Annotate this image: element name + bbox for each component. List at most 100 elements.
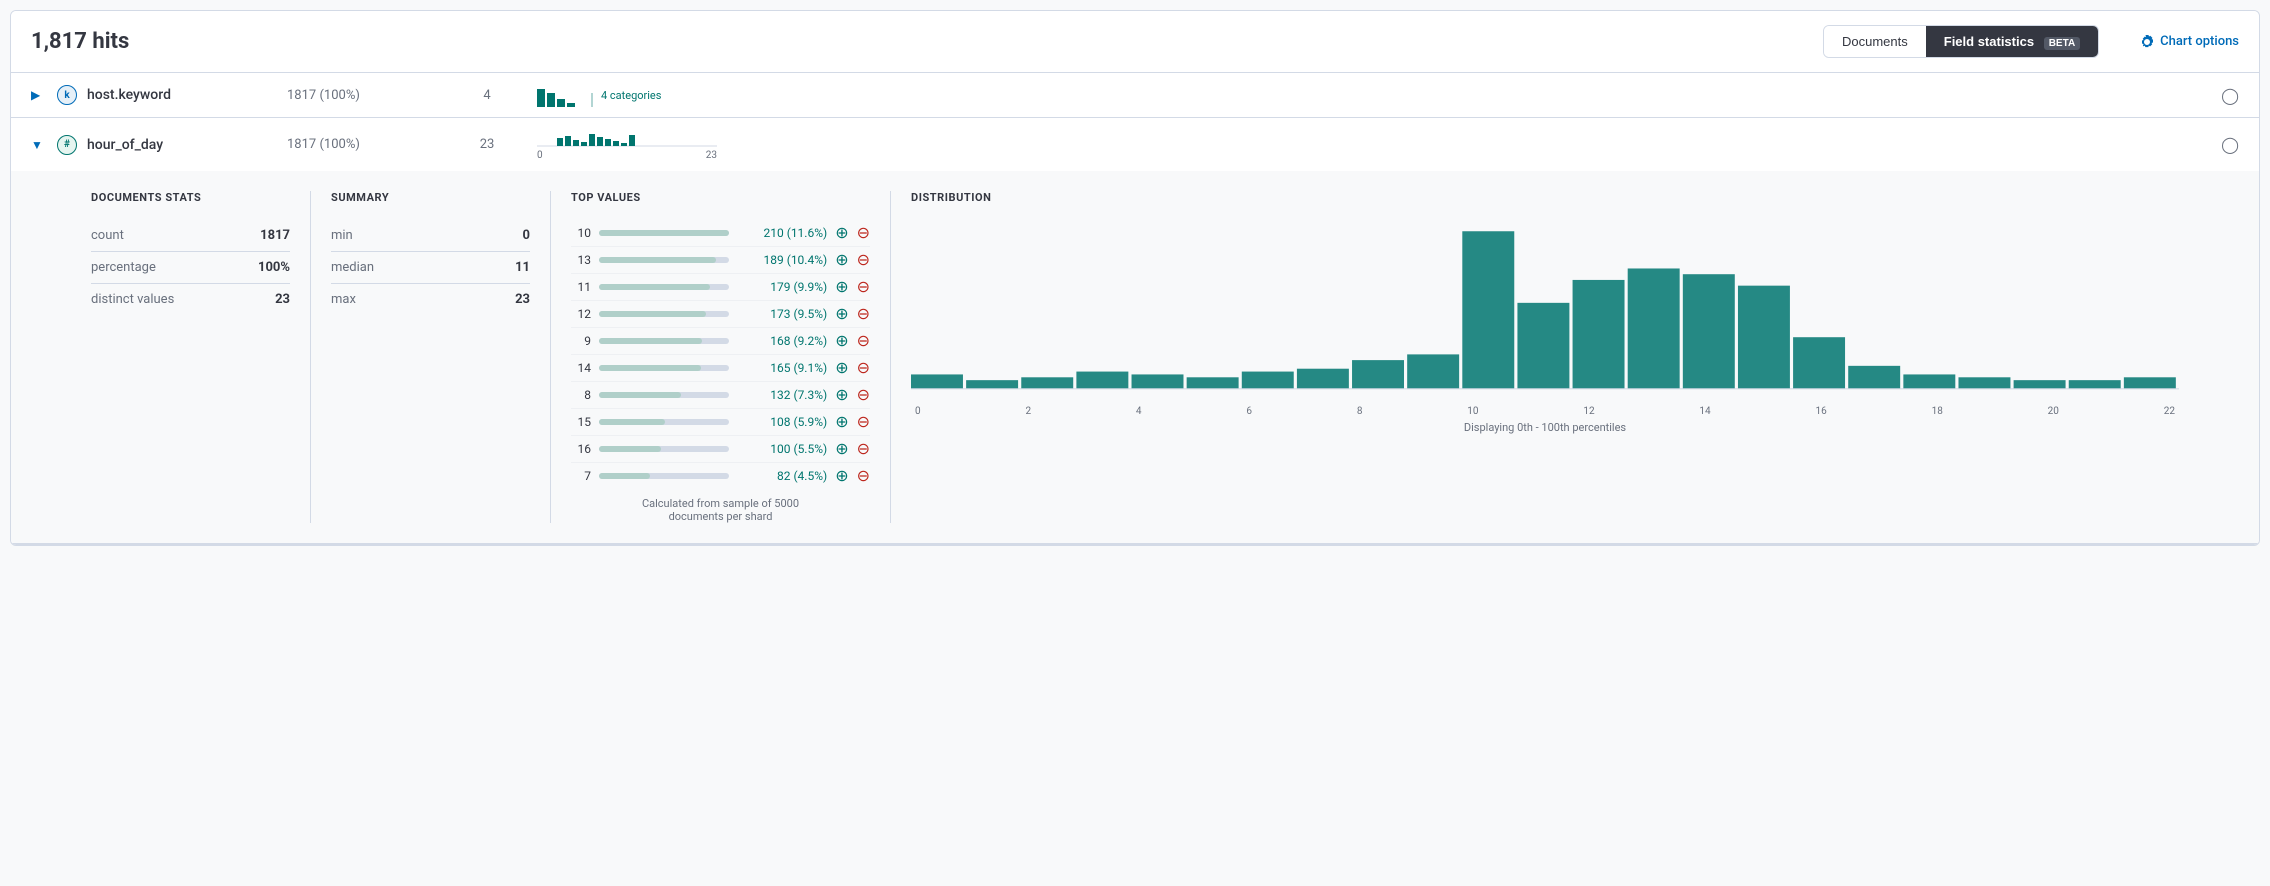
expand-icon-host: ▶ [31,88,47,102]
tv-bar-fill-0 [599,230,729,236]
stat-value-max: 23 [470,292,530,307]
tv-plus-0[interactable]: ⊕ [835,225,848,241]
tv-num-8: 16 [571,442,591,456]
beta-badge: BETA [2044,37,2080,50]
chart-min-label: 0 [537,150,543,161]
tv-value-1: 189 (10.4%) [737,253,827,267]
chart-options-label: Chart options [2160,34,2239,49]
field-chart-hour: 0 23 [537,128,2221,161]
tv-bar-bg-9 [599,473,729,479]
tv-minus-5[interactable]: ⊖ [857,360,870,376]
tv-minus-0[interactable]: ⊖ [857,225,870,241]
stat-row-min: min 0 [331,220,530,252]
tv-bar-bg-8 [599,446,729,452]
tv-value-3: 173 (9.5%) [737,307,827,321]
tv-minus-4[interactable]: ⊖ [857,333,870,349]
stat-label-distinct: distinct values [91,292,230,307]
mini-line-chart-hour [537,128,717,150]
stat-row-median: median 11 [331,252,530,284]
tab-group: Documents Field statistics BETA [1823,25,2099,58]
stat-label-min: min [331,228,470,243]
field-count-host: 1817 (100%) [287,88,437,103]
tv-value-2: 179 (9.9%) [737,280,827,294]
chart-max-label: 23 [706,150,717,161]
top-value-row: 12 173 (9.5%) ⊕ ⊖ [571,301,870,328]
tv-minus-6[interactable]: ⊖ [857,387,870,403]
hits-count: 1,817 hits [31,29,129,54]
tv-plus-5[interactable]: ⊕ [835,360,848,376]
tv-num-3: 12 [571,307,591,321]
tv-minus-8[interactable]: ⊖ [857,441,870,457]
distribution-svg [911,220,2179,400]
tv-plus-8[interactable]: ⊕ [835,441,848,457]
mini-bar-1 [537,89,545,107]
tv-plus-9[interactable]: ⊕ [835,468,848,484]
tv-bar-fill-1 [599,257,716,263]
tab-field-statistics[interactable]: Field statistics BETA [1926,26,2098,57]
tv-bar-fill-5 [599,365,701,371]
tv-plus-1[interactable]: ⊕ [835,252,848,268]
field-chart-label-host: 4 categories [601,89,661,102]
tv-value-6: 132 (7.3%) [737,388,827,402]
field-distinct-host: 4 [437,88,537,103]
tv-plus-4[interactable]: ⊕ [835,333,848,349]
field-count-hour: 1817 (100%) [287,137,437,152]
tv-minus-1[interactable]: ⊖ [857,252,870,268]
tv-bar-fill-7 [599,419,665,425]
distribution-chart: 0246810121416182022 Displaying 0th - 100… [911,220,2179,434]
dist-x-label: 2 [1025,406,1031,417]
top-value-row: 10 210 (11.6%) ⊕ ⊖ [571,220,870,247]
tv-value-5: 165 (9.1%) [737,361,827,375]
tv-num-1: 13 [571,253,591,267]
tv-num-7: 15 [571,415,591,429]
mini-bar-2 [547,93,555,107]
tv-bar-bg-0 [599,230,729,236]
stat-value-min: 0 [470,228,530,243]
action-icon-hour[interactable]: ◯ [2221,135,2239,154]
tv-bar-fill-3 [599,311,706,317]
field-name-host: host.keyword [87,87,287,103]
dist-x-label: 4 [1136,406,1142,417]
tv-plus-6[interactable]: ⊕ [835,387,848,403]
chart-options-button[interactable]: Chart options [2139,34,2239,50]
dist-x-label: 10 [1467,406,1478,417]
gear-icon [2139,34,2155,50]
tv-plus-3[interactable]: ⊕ [835,306,848,322]
summary-section: SUMMARY min 0 median 11 max 23 [311,191,551,523]
tv-minus-2[interactable]: ⊖ [857,279,870,295]
tv-minus-3[interactable]: ⊖ [857,306,870,322]
top-values-list: 10 210 (11.6%) ⊕ ⊖ 13 189 (10.4%) ⊕ ⊖ 11… [571,220,870,489]
dist-x-label: 18 [1932,406,1943,417]
dist-x-label: 20 [2048,406,2059,417]
tv-plus-7[interactable]: ⊕ [835,414,848,430]
field-row-host-keyword[interactable]: ▶ k host.keyword 1817 (100%) 4 4 categor… [11,73,2259,118]
field-row-hour-of-day[interactable]: ▼ # hour_of_day 1817 (100%) 23 [11,118,2259,171]
dist-x-label: 6 [1246,406,1252,417]
tv-minus-7[interactable]: ⊖ [857,414,870,430]
field-type-badge-hash: # [57,135,77,155]
docs-stats-list: count 1817 percentage 100% distinct valu… [91,220,290,315]
stat-row-max: max 23 [331,284,530,315]
stat-row-distinct: distinct values 23 [91,284,290,315]
tv-bar-bg-4 [599,338,729,344]
docs-stats-section: DOCUMENTS STATS count 1817 percentage 10… [71,191,311,523]
field-type-badge-k: k [57,85,77,105]
mini-bar-4 [567,103,575,107]
tv-value-8: 100 (5.5%) [737,442,827,456]
stat-label-max: max [331,292,470,307]
tv-minus-9[interactable]: ⊖ [857,468,870,484]
tv-bar-fill-8 [599,446,661,452]
docs-stats-title: DOCUMENTS STATS [91,191,290,204]
mini-bar-chart-host [537,83,593,107]
tv-num-6: 8 [571,388,591,402]
header: 1,817 hits Documents Field statistics BE… [11,11,2259,73]
tv-plus-2[interactable]: ⊕ [835,279,848,295]
top-value-row: 9 168 (9.2%) ⊕ ⊖ [571,328,870,355]
tv-value-4: 168 (9.2%) [737,334,827,348]
tv-value-7: 108 (5.9%) [737,415,827,429]
stat-row-percentage: percentage 100% [91,252,290,284]
dist-x-label: 12 [1583,406,1594,417]
action-icon-host[interactable]: ◯ [2221,86,2239,105]
stat-row-count: count 1817 [91,220,290,252]
tab-documents[interactable]: Documents [1824,26,1926,57]
